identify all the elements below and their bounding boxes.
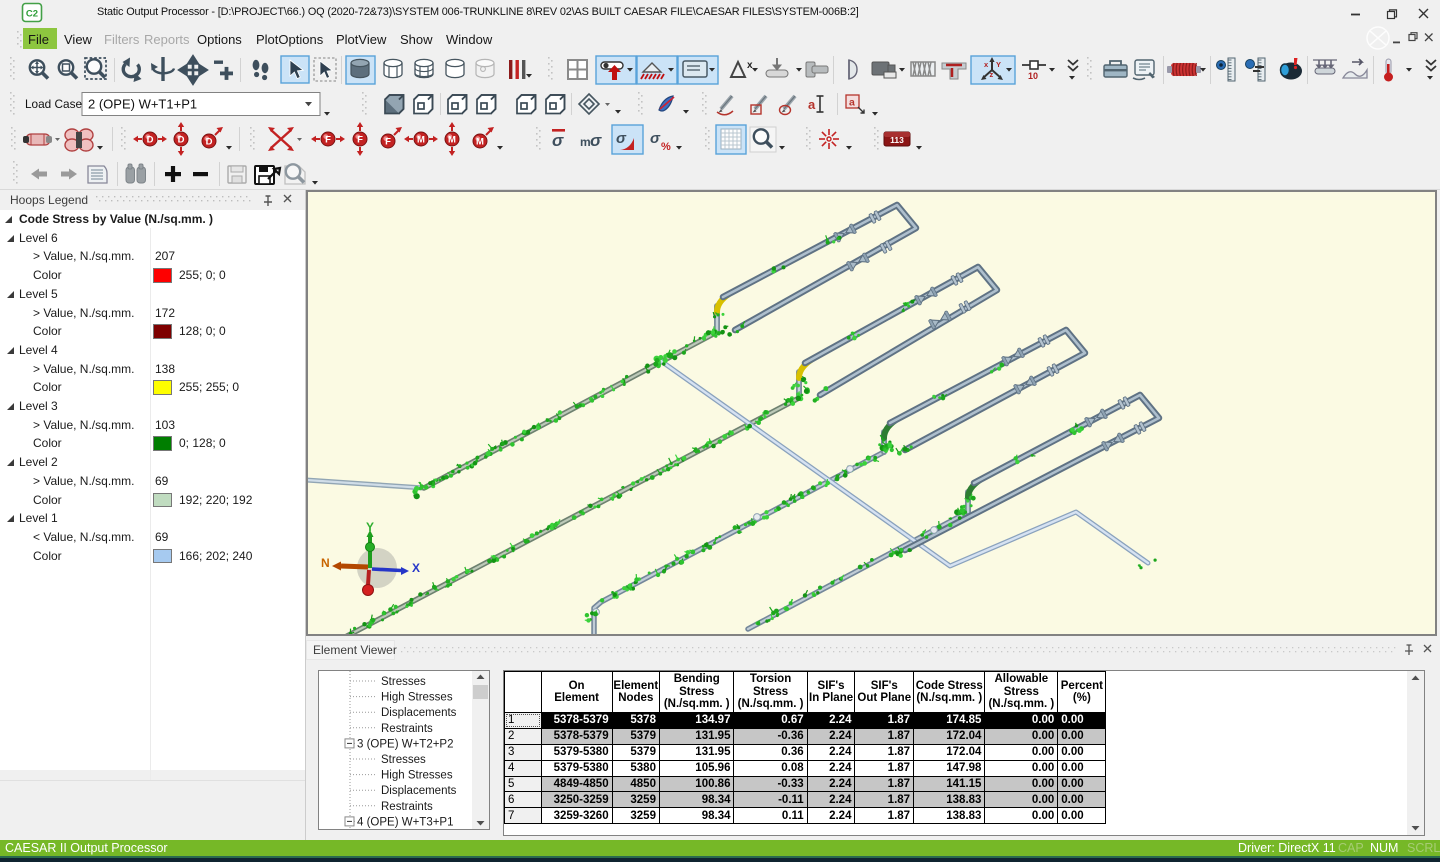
svg-text:a: a [849,97,855,109]
svg-text:M: M [417,135,425,146]
svg-text:Restraints: Restraints [381,801,433,813]
svg-text:F: F [325,135,331,146]
svg-text:10: 10 [1028,71,1038,81]
svg-text:113: 113 [890,135,904,145]
svg-text:Restraints: Restraints [381,723,433,735]
svg-text:Y: Y [366,520,374,534]
svg-text:F: F [385,137,391,148]
svg-text:Hoops Legend: Hoops Legend [10,193,88,207]
svg-text:Displacements: Displacements [381,707,457,719]
svg-text:4 (OPE) W+T3+P1: 4 (OPE) W+T3+P1 [357,816,454,828]
svg-text:F: F [357,135,363,146]
svg-text:x: x [747,60,753,71]
svg-text:3 (OPE) W+T2+P2: 3 (OPE) W+T2+P2 [357,738,454,750]
svg-text:Displacements: Displacements [381,785,457,797]
svg-text:M: M [448,135,456,146]
svg-text:Load Case: Load Case [25,97,82,111]
svg-text:2 (OPE) W+T1+P1: 2 (OPE) W+T1+P1 [88,97,197,112]
svg-text:a: a [808,97,816,112]
svg-text:X: X [412,561,420,575]
svg-text:z: z [990,70,994,79]
svg-text:σ: σ [650,130,661,147]
svg-text:%: % [661,141,671,153]
svg-text:σ: σ [590,131,602,150]
svg-text:High Stresses: High Stresses [381,770,453,782]
svg-text:D: D [178,135,185,146]
svg-text:σ: σ [552,131,564,150]
svg-text:D: D [147,135,154,146]
svg-text:D: D [206,137,213,148]
svg-text:C2: C2 [26,9,38,20]
svg-text:High Stresses: High Stresses [381,692,453,704]
svg-text:Element Viewer: Element Viewer [313,643,397,657]
svg-text:Y: Y [996,60,1001,69]
svg-text:σ: σ [616,130,627,147]
svg-text:Stresses: Stresses [381,676,426,688]
svg-text:N: N [321,556,330,570]
svg-text:Stresses: Stresses [381,754,426,766]
svg-text:M: M [476,137,484,148]
